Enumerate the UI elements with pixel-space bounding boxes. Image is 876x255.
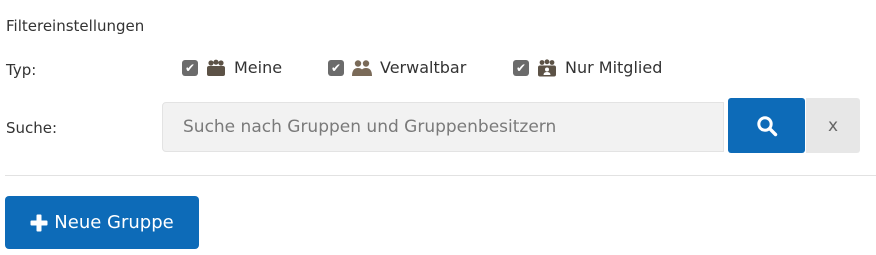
type-label: Typ: (6, 61, 37, 79)
filter-option-verwaltbar[interactable]: ✔ Verwaltbar (328, 56, 466, 80)
search-icon (756, 115, 778, 137)
member-icon (536, 59, 558, 77)
group-owner-icon (205, 59, 227, 77)
nur-mitglied-label: Nur Mitglied (565, 58, 663, 77)
plus-icon (30, 214, 48, 232)
filter-option-nur-mitglied[interactable]: ✔ Nur Mitglied (513, 56, 662, 80)
search-input[interactable] (162, 102, 724, 152)
new-group-label: Neue Gruppe (54, 211, 174, 233)
new-group-button[interactable]: Neue Gruppe (5, 196, 199, 249)
search-button[interactable] (728, 98, 805, 153)
filter-panel: Filtereinstellungen Typ: ✔ Meine ✔ Verwa… (0, 0, 876, 255)
clear-search-button[interactable]: x (806, 98, 860, 153)
verwaltbar-label: Verwaltbar (380, 58, 467, 77)
filter-option-meine[interactable]: ✔ Meine (182, 56, 282, 80)
nur-mitglied-checkbox[interactable]: ✔ (513, 60, 529, 76)
search-label: Suche: (6, 119, 58, 137)
divider (5, 175, 876, 176)
users-icon (351, 59, 373, 77)
meine-checkbox[interactable]: ✔ (182, 60, 198, 76)
verwaltbar-checkbox[interactable]: ✔ (328, 60, 344, 76)
filter-heading: Filtereinstellungen (6, 17, 145, 35)
meine-label: Meine (234, 58, 283, 77)
